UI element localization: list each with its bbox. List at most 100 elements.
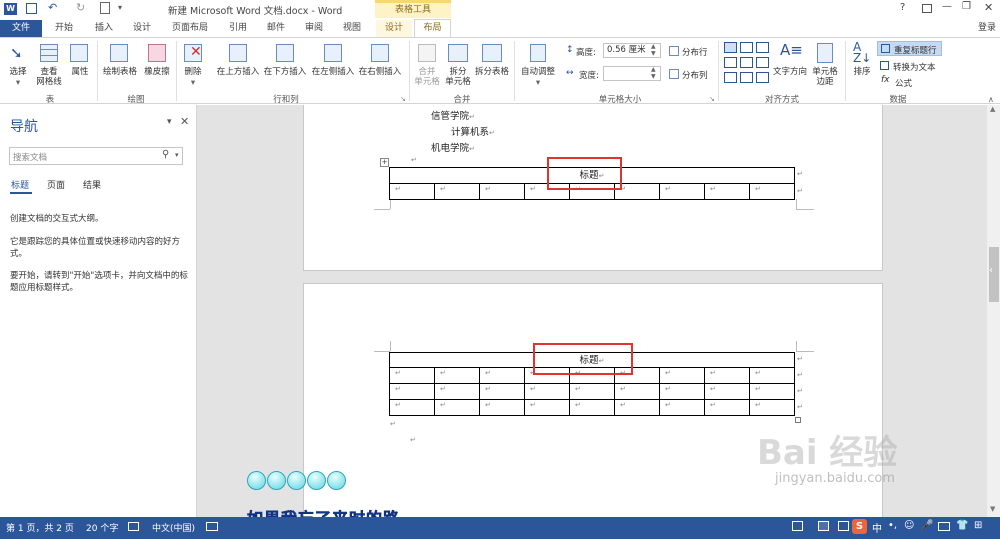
ime-voice-icon[interactable]: 🎤 — [921, 520, 933, 531]
properties-icon[interactable] — [70, 44, 88, 62]
table-cell[interactable]: ↵ — [704, 383, 750, 400]
align-middle-right-icon[interactable] — [756, 57, 769, 68]
status-words[interactable]: 20 个字 — [86, 521, 118, 534]
restore-button[interactable]: ❐ — [962, 1, 971, 12]
redo-icon[interactable]: ↻ — [76, 1, 85, 14]
web-layout-icon[interactable] — [838, 521, 849, 531]
table-cell[interactable]: ↵ — [659, 183, 705, 200]
table-resize-handle-icon[interactable] — [795, 417, 801, 423]
ime-emoji-icon[interactable]: ☺ — [904, 520, 914, 531]
table-cell[interactable]: ↵ — [479, 383, 525, 400]
sort-icon[interactable]: A Z↓ — [853, 41, 871, 64]
table-cell[interactable]: ↵ — [704, 183, 750, 200]
nav-tab-headings[interactable]: 标题 — [11, 178, 29, 191]
table-cell[interactable]: ↵ — [659, 399, 705, 416]
select-icon[interactable]: ➘ — [10, 44, 26, 62]
delete-button[interactable]: 删除 — [178, 67, 208, 77]
tab-references[interactable]: 引用 — [220, 20, 256, 37]
properties-button[interactable]: 属性 — [66, 67, 94, 77]
ime-keyboard-icon[interactable] — [938, 522, 950, 531]
table-cell[interactable]: ↵ — [569, 383, 615, 400]
cell-size-launcher-icon[interactable]: ↘ — [709, 95, 715, 103]
sogou-ime-icon[interactable]: S — [852, 519, 867, 534]
align-middle-center-icon[interactable] — [740, 57, 753, 68]
close-button[interactable]: ✕ — [984, 1, 993, 14]
vertical-scrollbar[interactable]: ▲ ‹ ▼ — [987, 105, 1000, 517]
align-bottom-right-icon[interactable] — [756, 72, 769, 83]
search-icon[interactable]: ⚲ — [162, 149, 169, 160]
table-cell[interactable]: ↵ — [614, 399, 660, 416]
table-cell[interactable]: ↵ — [749, 383, 795, 400]
insert-below-icon[interactable] — [276, 44, 294, 62]
split-table-icon[interactable] — [482, 44, 502, 62]
sort-button[interactable]: 排序 — [848, 67, 876, 77]
align-bottom-left-icon[interactable] — [724, 72, 737, 83]
table-cell[interactable]: ↵ — [749, 183, 795, 200]
select-button[interactable]: 选择 — [4, 67, 32, 77]
align-middle-left-icon[interactable] — [724, 57, 737, 68]
height-spinner-icon[interactable]: ▲ ▼ — [651, 43, 656, 57]
table-cell[interactable]: ↵ — [434, 183, 480, 200]
align-top-left-icon[interactable] — [724, 42, 737, 53]
merge-cells-button[interactable]: 合并 单元格 — [412, 67, 442, 87]
tab-table-design[interactable]: 设计 — [376, 20, 412, 37]
align-top-right-icon[interactable] — [756, 42, 769, 53]
draw-table-icon[interactable] — [110, 44, 128, 62]
table-cell[interactable]: ↵ — [389, 399, 435, 416]
table-cell[interactable]: ↵ — [479, 399, 525, 416]
read-mode-icon[interactable] — [792, 521, 803, 531]
tab-design[interactable]: 设计 — [124, 20, 160, 37]
rows-cols-launcher-icon[interactable]: ↘ — [400, 95, 406, 103]
ime-punct-icon[interactable]: •, — [888, 520, 897, 531]
tab-home[interactable]: 开始 — [46, 20, 82, 37]
autofit-button[interactable]: 自动调整 — [516, 67, 560, 77]
table-cell[interactable]: ↵ — [479, 183, 525, 200]
draw-table-button[interactable]: 绘制表格 — [100, 67, 140, 77]
help-button[interactable]: ? — [900, 2, 905, 13]
insert-left-button[interactable]: 在左侧插入 — [309, 67, 357, 77]
cell-margins-icon[interactable] — [817, 43, 833, 63]
align-top-center-icon[interactable] — [740, 42, 753, 53]
tab-insert[interactable]: 插入 — [86, 20, 122, 37]
distribute-rows-button[interactable]: 分布行 — [682, 46, 708, 58]
autofit-icon[interactable] — [530, 44, 546, 62]
table-cell[interactable]: ↵ — [524, 383, 570, 400]
ime-toolbox-icon[interactable]: ⊞ — [974, 520, 982, 531]
text-direction-button[interactable]: 文字方向 — [770, 67, 810, 77]
status-page[interactable]: 第 1 页，共 2 页 — [6, 521, 74, 534]
insert-left-icon[interactable] — [324, 44, 342, 62]
align-bottom-center-icon[interactable] — [740, 72, 753, 83]
scroll-down-icon[interactable]: ▼ — [990, 505, 995, 513]
quick-access-dropdown-icon[interactable]: ▾ — [118, 3, 122, 12]
formula-button[interactable]: 公式 — [895, 77, 912, 89]
eraser-icon[interactable] — [148, 44, 166, 62]
gridlines-icon[interactable] — [40, 44, 58, 62]
table-cell[interactable]: ↵ — [569, 399, 615, 416]
ribbon-display-button[interactable] — [922, 4, 932, 13]
table-cell[interactable]: ↵ — [614, 383, 660, 400]
insert-right-icon[interactable] — [371, 44, 389, 62]
cell-margins-button[interactable]: 单元格 边距 — [808, 67, 842, 87]
undo-icon[interactable]: ↶ — [48, 1, 57, 14]
tab-review[interactable]: 审阅 — [296, 20, 332, 37]
table-cell[interactable]: ↵ — [434, 399, 480, 416]
repeat-header-button[interactable]: 重复标题行 — [877, 41, 942, 56]
split-cells-button[interactable]: 拆分 单元格 — [442, 67, 474, 87]
table-cell[interactable]: ↵ — [479, 367, 525, 384]
scroll-up-icon[interactable]: ▲ — [990, 105, 995, 113]
convert-to-text-button[interactable]: 转换为文本 — [893, 61, 936, 73]
save-icon[interactable] — [26, 3, 37, 14]
nav-search-input[interactable]: 搜索文档 ⚲ ▾ — [9, 147, 183, 165]
insert-above-button[interactable]: 在上方插入 — [214, 67, 262, 77]
tab-file[interactable]: 文件 — [0, 20, 42, 37]
status-language[interactable]: 中文(中国) — [152, 521, 195, 534]
nav-tab-results[interactable]: 结果 — [83, 178, 101, 191]
tab-page-layout[interactable]: 页面布局 — [164, 20, 216, 37]
minimize-button[interactable]: — — [942, 1, 952, 12]
split-cells-icon[interactable] — [448, 44, 468, 62]
insert-above-icon[interactable] — [229, 44, 247, 62]
proofing-icon[interactable] — [128, 522, 139, 531]
table-cell[interactable]: ↵ — [389, 183, 435, 200]
nav-close-icon[interactable]: ✕ — [180, 115, 189, 128]
eraser-button[interactable]: 橡皮擦 — [140, 67, 174, 77]
